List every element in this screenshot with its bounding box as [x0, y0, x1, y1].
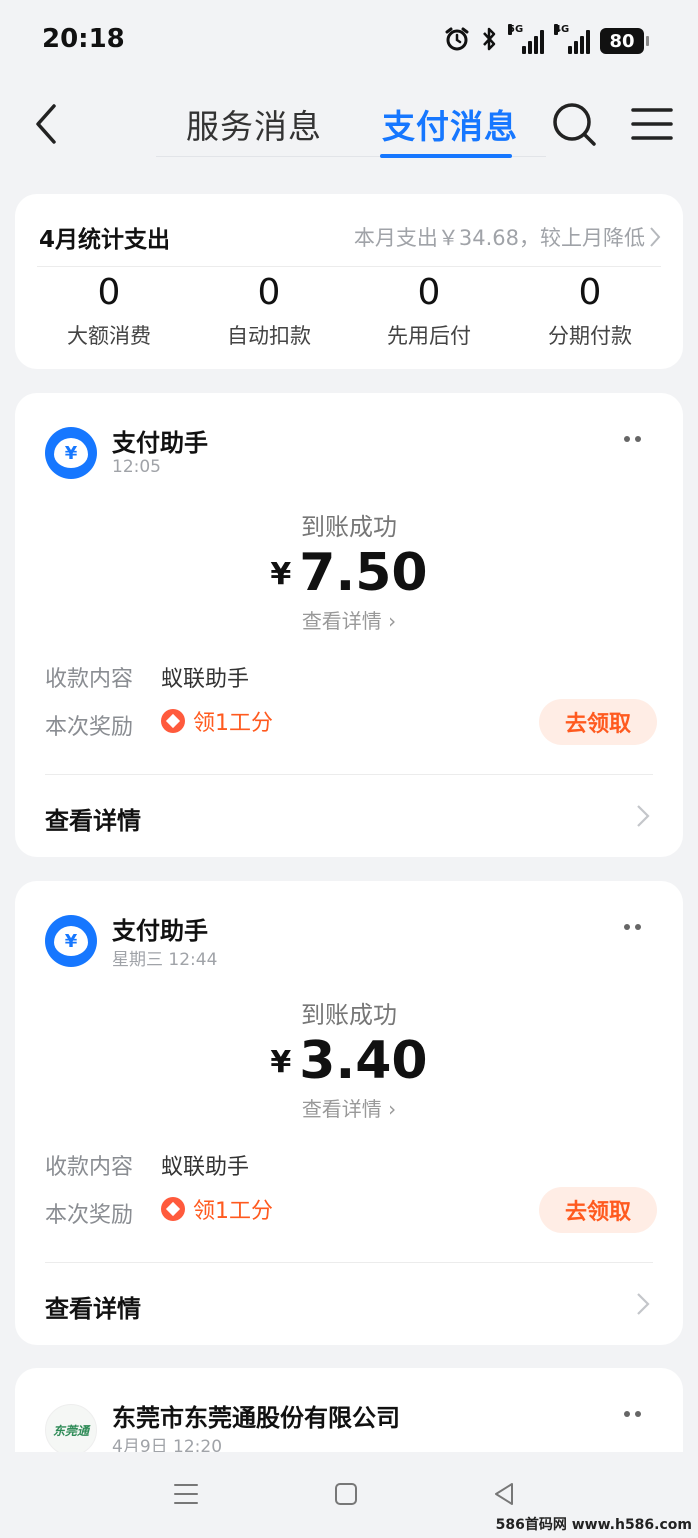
content-value: 蚁联助手	[161, 667, 250, 692]
sender-name: 支付助手	[112, 429, 208, 457]
payment-message-card[interactable]: ¥ 支付助手 星期三 12:44 到账成功 ¥3.40 查看详情 › 收款内容 …	[15, 881, 683, 1345]
currency-symbol: ¥	[270, 557, 292, 592]
divider	[45, 1262, 653, 1263]
status-time: 20:18	[42, 24, 125, 54]
reward-info: 领1工分	[161, 1193, 273, 1225]
stat-installment[interactable]: 0 分期付款	[510, 272, 670, 350]
stat-label: 自动扣款	[227, 324, 311, 348]
payment-status: 到账成功	[301, 1001, 397, 1029]
search-icon	[553, 103, 596, 146]
reward-diamond-icon	[161, 709, 185, 733]
yuan-icon: ¥	[54, 926, 88, 956]
payment-amount: ¥3.40	[15, 1031, 683, 1091]
search-button[interactable]	[550, 100, 598, 148]
tab-payment-messages[interactable]: 支付消息	[382, 100, 518, 148]
system-navigation-bar: 586首码网 www.h586.com	[0, 1452, 698, 1538]
chevron-right-icon[interactable]	[635, 1291, 651, 1317]
company-logo-text: 东莞通	[52, 1423, 89, 1438]
payment-amount: ¥7.50	[15, 543, 683, 603]
currency-symbol: ¥	[270, 1045, 292, 1080]
claim-reward-button[interactable]: 去领取	[539, 1187, 657, 1233]
back-triangle-icon[interactable]	[492, 1480, 516, 1508]
yuan-icon: ¥	[54, 438, 88, 468]
pay-assistant-avatar: ¥	[45, 915, 97, 967]
divider	[45, 774, 653, 775]
status-icons: 5G 4G 80	[444, 24, 649, 58]
menu-icon	[631, 108, 673, 140]
content-label: 收款内容	[45, 1155, 134, 1180]
footer-view-details[interactable]: 查看详情	[45, 1289, 141, 1324]
message-time: 星期三 12:44	[112, 950, 218, 970]
battery-icon: 80	[600, 28, 649, 54]
watermark: 586首码网 www.h586.com	[495, 1517, 692, 1533]
stat-value: 0	[417, 272, 441, 313]
reward-info: 领1工分	[161, 705, 273, 737]
chevron-right-icon: ›	[381, 609, 397, 633]
stat-label: 分期付款	[548, 324, 632, 348]
chevron-right-icon[interactable]	[635, 803, 651, 829]
view-details-label: 查看详情	[301, 609, 382, 633]
more-options-button[interactable]	[617, 433, 647, 445]
reward-label: 本次奖励	[45, 1203, 134, 1228]
monthly-stats-card: 4月统计支出 本月支出￥34.68，较上月降低 0 大额消费 0 自动扣款 0 …	[15, 194, 683, 369]
reward-diamond-icon	[161, 1197, 185, 1221]
more-options-button[interactable]	[617, 921, 647, 933]
sender-name: 支付助手	[112, 917, 208, 945]
company-logo: 东莞通	[45, 1404, 97, 1456]
recent-apps-icon[interactable]	[172, 1480, 200, 1508]
home-icon[interactable]	[333, 1480, 359, 1508]
message-time: 12:05	[112, 457, 161, 477]
reward-label: 本次奖励	[45, 715, 134, 740]
stat-auto-deduction[interactable]: 0 自动扣款	[189, 272, 349, 350]
divider	[37, 266, 661, 267]
amount-value: 3.40	[299, 1031, 428, 1091]
view-details-link[interactable]: 查看详情 ›	[15, 605, 683, 634]
signal-4g-icon: 4G	[554, 24, 590, 54]
stat-large-spending[interactable]: 0 大额消费	[29, 272, 189, 350]
pay-assistant-avatar: ¥	[45, 427, 97, 479]
content-label: 收款内容	[45, 667, 134, 692]
stats-summary-link[interactable]: 本月支出￥34.68，较上月降低	[354, 222, 661, 252]
status-bar: 20:18 5G 4G 80	[0, 0, 698, 80]
stat-label: 大额消费	[67, 324, 151, 348]
view-details-label: 查看详情	[301, 1097, 382, 1121]
stats-title: 4月统计支出	[39, 227, 171, 253]
signal-5g-icon: 5G	[508, 24, 544, 54]
stat-value: 0	[257, 272, 281, 313]
back-button[interactable]	[30, 102, 64, 146]
stat-pay-later[interactable]: 0 先用后付	[349, 272, 509, 350]
claim-reward-button[interactable]: 去领取	[539, 699, 657, 745]
tab-service-messages[interactable]: 服务消息	[186, 100, 322, 148]
reward-text: 领1工分	[193, 711, 273, 736]
stat-value: 0	[578, 272, 602, 313]
stat-label: 先用后付	[387, 324, 471, 348]
chevron-right-icon	[650, 227, 661, 247]
payment-status: 到账成功	[301, 513, 397, 541]
stats-summary-text: 本月支出￥34.68，较上月降低	[353, 226, 645, 250]
view-details-link[interactable]: 查看详情 ›	[15, 1093, 683, 1122]
stat-value: 0	[97, 272, 121, 313]
bluetooth-icon	[480, 26, 498, 56]
alarm-icon	[444, 26, 470, 56]
top-nav: 服务消息 支付消息	[0, 80, 698, 170]
payment-message-card[interactable]: ¥ 支付助手 12:05 到账成功 ¥7.50 查看详情 › 收款内容 蚁联助手…	[15, 393, 683, 857]
more-options-button[interactable]	[617, 1408, 647, 1420]
amount-value: 7.50	[299, 543, 428, 603]
chevron-right-icon: ›	[381, 1097, 397, 1121]
footer-view-details[interactable]: 查看详情	[45, 801, 141, 836]
content-value: 蚁联助手	[161, 1155, 250, 1180]
sender-name: 东莞市东莞通股份有限公司	[112, 1404, 400, 1432]
back-arrow-icon	[36, 104, 56, 144]
menu-button[interactable]	[630, 104, 674, 144]
active-tab-indicator	[380, 154, 512, 158]
reward-text: 领1工分	[193, 1199, 273, 1224]
